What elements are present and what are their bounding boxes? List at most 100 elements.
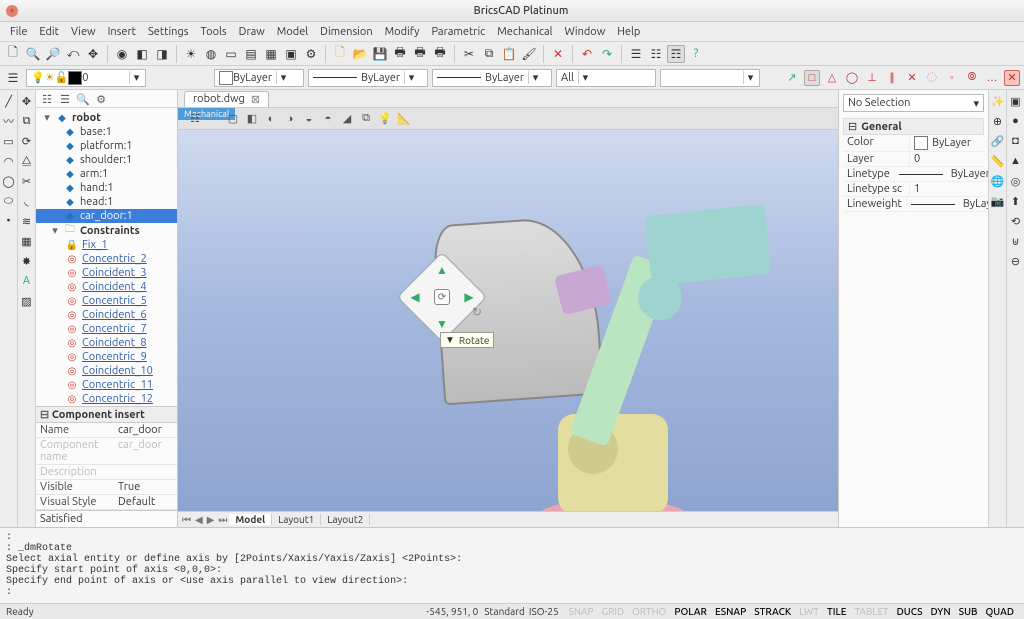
property-row[interactable]: Linetype sc1 bbox=[843, 182, 984, 197]
pan-icon[interactable]: ✥ bbox=[84, 45, 102, 63]
property-row[interactable]: LineweightByLayer bbox=[843, 197, 984, 212]
wand-icon[interactable]: ✨ bbox=[991, 94, 1005, 108]
move-icon[interactable]: ✥ bbox=[20, 94, 34, 108]
vp-revolve-icon[interactable]: ◑ bbox=[283, 113, 297, 125]
menu-dimension[interactable]: Dimension bbox=[314, 23, 378, 41]
arc-icon[interactable]: ◠ bbox=[2, 154, 16, 168]
sphere-icon[interactable]: ● bbox=[1009, 114, 1023, 128]
tree-constraint[interactable]: ◎Coincident_4 bbox=[36, 280, 177, 294]
vp-constraint-icon[interactable]: ⧉ bbox=[359, 112, 373, 125]
layer-manager-icon[interactable]: ☰ bbox=[4, 69, 22, 87]
zoom-extents-icon[interactable]: 🔍 bbox=[24, 45, 42, 63]
menu-mechanical[interactable]: Mechanical bbox=[491, 23, 558, 41]
tree-part[interactable]: ◆hand:1 bbox=[36, 181, 177, 195]
tree-body[interactable]: ▾◆robot ◆base:1◆platform:1◆shoulder:1◆ar… bbox=[36, 108, 177, 406]
property-row[interactable]: ColorByLayer bbox=[843, 135, 984, 152]
menu-help[interactable]: Help bbox=[611, 23, 646, 41]
array-icon[interactable]: ▦ bbox=[20, 234, 34, 248]
menu-file[interactable]: File bbox=[4, 23, 33, 41]
save-icon[interactable]: 💾 bbox=[371, 45, 389, 63]
mech-browser-icon[interactable]: ☶ bbox=[667, 45, 685, 63]
menu-settings[interactable]: Settings bbox=[142, 23, 195, 41]
point-icon[interactable]: • bbox=[2, 214, 16, 228]
snap-endpoint-icon[interactable]: □ bbox=[804, 70, 820, 86]
vp-measure-icon[interactable]: 📐 bbox=[397, 112, 411, 125]
layout-tab-2[interactable]: Layout2 bbox=[321, 514, 370, 525]
globe-icon[interactable]: 🌐 bbox=[991, 174, 1005, 188]
hatch-icon[interactable]: ▨ bbox=[20, 294, 34, 308]
tree-constraints-folder[interactable]: ▾🗀Constraints bbox=[36, 223, 177, 238]
tree-constraint[interactable]: ◎Coincident_10 bbox=[36, 364, 177, 378]
menu-edit[interactable]: Edit bbox=[33, 23, 65, 41]
explode-icon[interactable]: ✸ bbox=[20, 254, 34, 268]
status-toggle-ducs[interactable]: DUCS bbox=[893, 606, 927, 617]
tree-part[interactable]: ◆base:1 bbox=[36, 125, 177, 139]
visualstyle-icon[interactable]: ◍ bbox=[202, 45, 220, 63]
tree-constraint[interactable]: ◎Coincident_6 bbox=[36, 308, 177, 322]
status-toggle-polar[interactable]: POLAR bbox=[670, 606, 711, 617]
view-manipulator[interactable]: ▲ ▼ ◀ ▶ ⟳ ↻ bbox=[410, 265, 474, 329]
vp-tree-icon[interactable]: ☷ bbox=[188, 112, 202, 125]
layer-combo[interactable]: 💡☀🔓 0▾ bbox=[26, 69, 146, 87]
vp-shell-icon[interactable]: ◓ bbox=[321, 113, 335, 125]
snap-none-icon[interactable]: ✕ bbox=[1004, 70, 1020, 86]
tab-close-icon[interactable]: ⊠ bbox=[251, 93, 260, 106]
tab-nav-prev-icon[interactable]: ◀ bbox=[193, 514, 205, 526]
sheet-icon[interactable]: ▣ bbox=[282, 45, 300, 63]
regen-icon[interactable]: ◉ bbox=[113, 45, 131, 63]
plotstyle-combo[interactable]: ▾ bbox=[660, 69, 760, 87]
target-icon[interactable]: ⊕ bbox=[991, 114, 1005, 128]
tab-nav-first-icon[interactable]: ⏮ bbox=[180, 514, 193, 526]
status-toggle-dyn[interactable]: DYN bbox=[927, 606, 955, 617]
snap-perp-icon[interactable]: ⊥ bbox=[864, 70, 880, 86]
tree-part[interactable]: ◆head:1 bbox=[36, 195, 177, 209]
status-toggle-snap[interactable]: SNAP bbox=[565, 606, 598, 617]
new-icon[interactable]: 🗋 bbox=[331, 45, 349, 63]
snap-midpoint-icon[interactable]: △ bbox=[824, 70, 840, 86]
menu-draw[interactable]: Draw bbox=[233, 23, 271, 41]
linetype-combo[interactable]: ByLayer▾ bbox=[308, 69, 428, 87]
undo-icon[interactable]: ↶ bbox=[578, 45, 596, 63]
snap-node-icon[interactable]: ◦ bbox=[944, 70, 960, 86]
menu-view[interactable]: View bbox=[65, 23, 102, 41]
layer-filter-combo[interactable]: All▾ bbox=[556, 69, 656, 87]
gear-icon[interactable]: ⚙ bbox=[302, 45, 320, 63]
vp-light-icon[interactable]: 💡 bbox=[378, 112, 392, 125]
manip-up-icon[interactable]: ▲ bbox=[435, 263, 449, 277]
render-icon[interactable]: ☀ bbox=[182, 45, 200, 63]
tree-constraint[interactable]: ◎Concentric_12 bbox=[36, 392, 177, 406]
snap-center-icon[interactable]: ◯ bbox=[844, 70, 860, 86]
window-close-button[interactable]: × bbox=[6, 5, 18, 17]
tree-constraint[interactable]: ◎Coincident_8 bbox=[36, 336, 177, 350]
status-toggle-tablet[interactable]: TABLET bbox=[851, 606, 893, 617]
properties-icon[interactable]: ☰ bbox=[627, 45, 645, 63]
model-viewport[interactable]: ▲ ▼ ◀ ▶ ⟳ ↻ ▼Rotate bbox=[178, 130, 838, 511]
status-toggle-ortho[interactable]: ORTHO bbox=[628, 606, 670, 617]
command-line[interactable]: : : _dmRotate Select axial entity or def… bbox=[0, 527, 1024, 603]
section-icon[interactable]: ▭ bbox=[222, 45, 240, 63]
tab-tree-icon[interactable]: ☰ bbox=[58, 92, 72, 106]
vp-cube-icon[interactable]: ◧ bbox=[245, 112, 259, 125]
status-toggle-esnap[interactable]: ESNAP bbox=[711, 606, 750, 617]
polyline-icon[interactable]: 〰 bbox=[2, 114, 16, 128]
tree-constraint[interactable]: ◎Coincident_3 bbox=[36, 266, 177, 280]
circle-icon[interactable]: ◯ bbox=[2, 174, 16, 188]
text-icon[interactable]: A bbox=[20, 274, 34, 288]
tab-nav-next-icon[interactable]: ▶ bbox=[205, 514, 217, 526]
rotate-tool-icon[interactable]: ⟳ bbox=[20, 134, 34, 148]
qnew-icon[interactable]: 🗋 bbox=[4, 45, 22, 63]
offset-icon[interactable]: ≋ bbox=[20, 214, 34, 228]
snap-arrow-icon[interactable]: ↗ bbox=[784, 70, 800, 86]
snap-ext-icon[interactable]: … bbox=[984, 70, 1000, 86]
cylinder-icon[interactable]: ◘ bbox=[1009, 134, 1023, 148]
snap-tangent-icon[interactable]: ◌ bbox=[924, 70, 940, 86]
status-toggle-grid[interactable]: GRID bbox=[598, 606, 629, 617]
extrude-icon[interactable]: ⬆ bbox=[1009, 194, 1023, 208]
status-dimstyle[interactable]: Standard bbox=[484, 606, 525, 617]
iso-view-icon[interactable]: ◧ bbox=[133, 45, 151, 63]
color-combo[interactable]: ByLayer▾ bbox=[214, 69, 304, 87]
tree-constraint[interactable]: ◎Concentric_5 bbox=[36, 294, 177, 308]
tree-constraint[interactable]: ◎Concentric_2 bbox=[36, 252, 177, 266]
subtract-icon[interactable]: ⊖ bbox=[1009, 254, 1023, 268]
link-icon[interactable]: 🔗 bbox=[991, 134, 1005, 148]
